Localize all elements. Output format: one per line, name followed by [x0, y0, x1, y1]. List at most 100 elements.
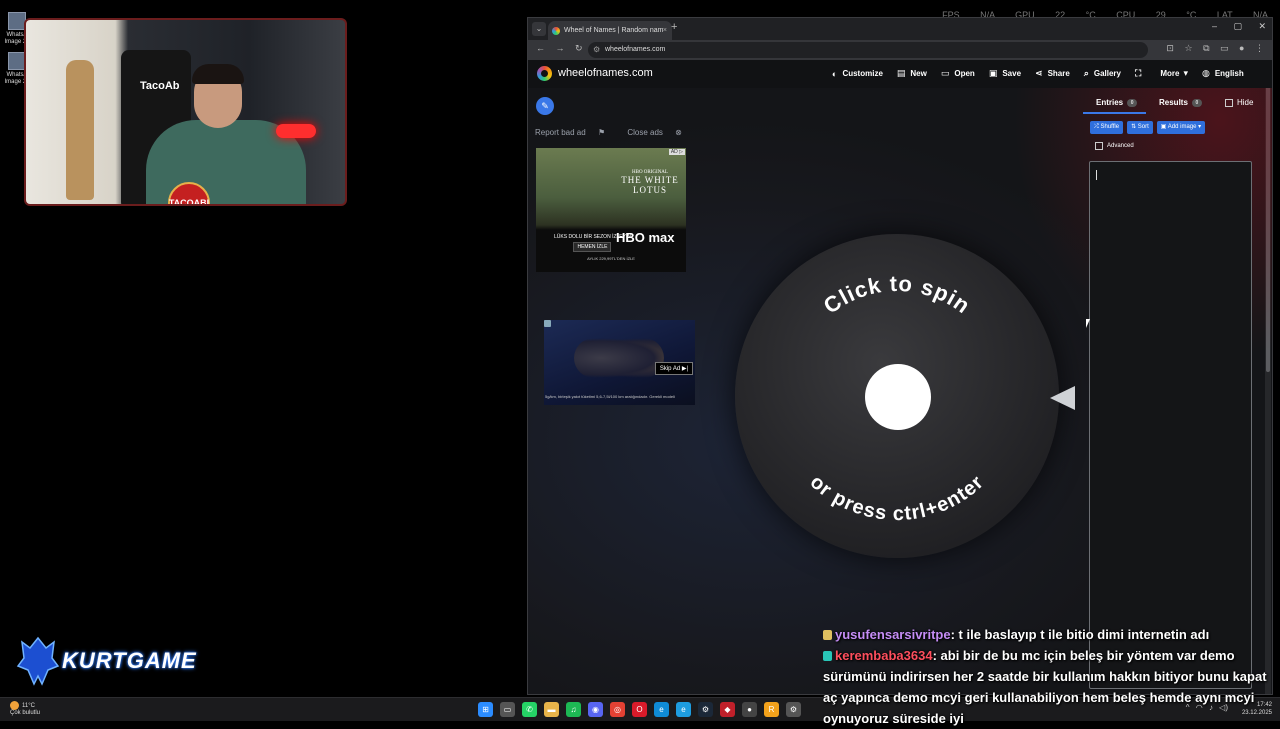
chat-message: yusufensarsivritpe: t ile baslayıp t ile… [823, 624, 1280, 645]
kurtgame-logo: KURTGAME [16, 636, 206, 688]
weather-icon [10, 701, 19, 710]
svg-text:Click to spin: Click to spin [819, 271, 975, 319]
site-info-icon[interactable]: ⚙ [593, 42, 600, 58]
toolbar-icons: ⊡ ☆ ⧉ ▭ ● ⋮ [1166, 43, 1264, 54]
cast-icon[interactable]: ▭ [1220, 43, 1229, 53]
checkbox-icon [1095, 142, 1103, 150]
browser-menu-icon[interactable]: ⋮ [1255, 43, 1264, 53]
entries-panel: Entries 0 Results 0 Hide ⤮ Shuffle ⇅ Sor… [1083, 60, 1272, 694]
wheelofnames-logo-icon[interactable] [537, 66, 552, 81]
ad-choices-tag[interactable]: AD ▷ [668, 149, 685, 155]
chevron-down-icon: ▾ [1198, 124, 1202, 130]
hbo-ad-banner[interactable]: AD ▷ HBO ORIGINAL THE WHITE LOTUS LÜKS DO… [536, 148, 686, 272]
wolf-icon [16, 636, 60, 686]
menu-label: Open [954, 69, 975, 78]
steam-icon[interactable]: ⚙ [698, 702, 713, 717]
site-brand[interactable]: wheelofnames.com [558, 67, 653, 79]
weather-widget[interactable]: 11°C Çok bulutlu [10, 701, 40, 717]
panel-tabs: Entries 0 Results 0 Hide [1083, 98, 1272, 114]
wheel-pointer-icon [1050, 386, 1075, 410]
mouse-cursor-icon [1086, 319, 1090, 328]
menu-new[interactable]: ▤ New [897, 68, 927, 79]
extensions-icon[interactable]: ⧉ [1203, 43, 1209, 53]
tab-results[interactable]: Results 0 [1159, 98, 1202, 107]
entry-actions: ⤮ Shuffle ⇅ Sort ▣ Add image ▾ [1090, 121, 1206, 134]
menu-customize[interactable]: ◐ Customize [832, 68, 883, 79]
shuffle-button[interactable]: ⤮ Shuffle [1090, 121, 1124, 134]
translate-icon[interactable]: ⊡ [1166, 43, 1174, 53]
streamer-hair [192, 64, 244, 84]
menu-save[interactable]: ▣ Save [989, 68, 1021, 79]
add-image-button[interactable]: ▣ Add image ▾ [1156, 121, 1206, 134]
wheel-favicon-icon [552, 27, 560, 35]
chat-message: kerembaba3634: abi bir de bu mc için bel… [823, 645, 1280, 729]
menu-label: Customize [842, 69, 883, 78]
edit-pencil-button[interactable]: ✎ [536, 97, 554, 115]
chrome-icon[interactable]: ◎ [610, 702, 625, 717]
reload-icon[interactable]: ↻ [575, 43, 583, 53]
advanced-checkbox[interactable]: Advanced [1095, 142, 1134, 150]
weather-desc: Çok bulutlu [10, 710, 41, 717]
opera-icon[interactable]: O [632, 702, 647, 717]
wheel-hub[interactable] [865, 364, 931, 430]
app-red-icon[interactable]: ◆ [720, 702, 735, 717]
wheelofnames-page: wheelofnames.com ◐ Customize ▤ New ▭ Open ▣… [528, 60, 1272, 694]
webcam-feed: TacoAb TACOABI [26, 20, 345, 204]
hide-label: Hide [1237, 98, 1254, 107]
palette-icon: ◐ [832, 68, 838, 79]
tab-entries[interactable]: Entries 0 [1096, 98, 1138, 107]
folder-icon: ▭ [940, 68, 950, 78]
start-icon[interactable]: ⊞ [478, 702, 493, 717]
edge-icon[interactable]: e [654, 702, 669, 717]
browser-tab[interactable]: Wheel of Names | Random nam × [548, 21, 672, 40]
hide-checkbox[interactable]: Hide [1225, 98, 1253, 107]
tab-title: Wheel of Names | Random nam [564, 27, 664, 34]
forward-icon[interactable]: → [556, 43, 565, 53]
ad-watch-button[interactable]: HEMEN İZLE [573, 242, 612, 252]
new-tab-button[interactable]: + [671, 21, 677, 33]
svg-text:or press ctrl+enter: or press ctrl+enter [806, 471, 989, 525]
ad-info-icon[interactable] [544, 320, 551, 327]
url-text: wheelofnames.com [605, 46, 666, 53]
file-explorer-icon[interactable]: ▬ [544, 702, 559, 717]
discord-icon[interactable]: ◉ [588, 702, 603, 717]
edge-alt-icon[interactable]: e [676, 702, 691, 717]
shuffle-icon: ⤮ [1094, 124, 1099, 130]
task-view-icon[interactable]: ▭ [500, 702, 515, 717]
menu-share[interactable]: ⋖ Share [1035, 68, 1070, 79]
report-bad-ad-link[interactable]: Report bad ad ⚑ [535, 128, 615, 137]
image-icon: ▣ [1160, 124, 1167, 130]
close-tab-icon[interactable]: × [663, 21, 667, 40]
skip-ad-button[interactable]: Skip Ad ▶| [654, 362, 693, 375]
menu-label: Save [1002, 69, 1022, 78]
save-icon: ▣ [988, 68, 998, 78]
text-caret [1096, 170, 1097, 180]
video-ad[interactable]: Skip Ad ▶| 5g/km, birleşik yakıt tüketim… [544, 320, 695, 405]
obs-icon[interactable]: ● [742, 702, 757, 717]
rockstar-icon[interactable]: R [764, 702, 779, 717]
wheel-bottom-text: or press ctrl+enter [806, 471, 988, 525]
red-light [276, 124, 316, 138]
chat-text: : t ile baslayıp t ile bitio dimi intern… [950, 627, 1210, 642]
nav-buttons[interactable]: ← → ↻ [536, 43, 583, 54]
back-icon[interactable]: ← [536, 43, 545, 53]
entries-textarea[interactable] [1089, 161, 1252, 689]
close-ads-link[interactable]: Close ads ⊗ [627, 128, 692, 137]
address-bar: ← → ↻ ⚙ wheelofnames.com ⊡ ☆ ⧉ ▭ ● ⋮ [528, 40, 1272, 60]
profile-icon[interactable]: ● [1239, 43, 1244, 53]
menu-label: New [910, 69, 927, 78]
whatsapp-icon[interactable]: ✆ [522, 702, 537, 717]
entries-count-badge: 0 [1127, 98, 1138, 107]
tab-search-button[interactable]: ⌄ [532, 22, 546, 36]
tab-label: Entries [1096, 98, 1124, 107]
window-controls[interactable]: – ▢ ✕ [1212, 21, 1266, 32]
spotify-icon[interactable]: ♫ [566, 702, 581, 717]
ad-caption: 5g/km, birleşik yakıt tüketimi 5,6-7,5l/… [545, 394, 675, 399]
menu-open[interactable]: ▭ Open [941, 68, 975, 79]
sort-button[interactable]: ⇅ Sort [1127, 121, 1153, 134]
settings-icon[interactable]: ⚙ [786, 702, 801, 717]
chat-badge-icon [823, 651, 832, 661]
url-input[interactable]: ⚙ wheelofnames.com [588, 42, 1148, 58]
bookmark-star-icon[interactable]: ☆ [1184, 43, 1192, 53]
chair-label: TacoAb [140, 80, 180, 92]
